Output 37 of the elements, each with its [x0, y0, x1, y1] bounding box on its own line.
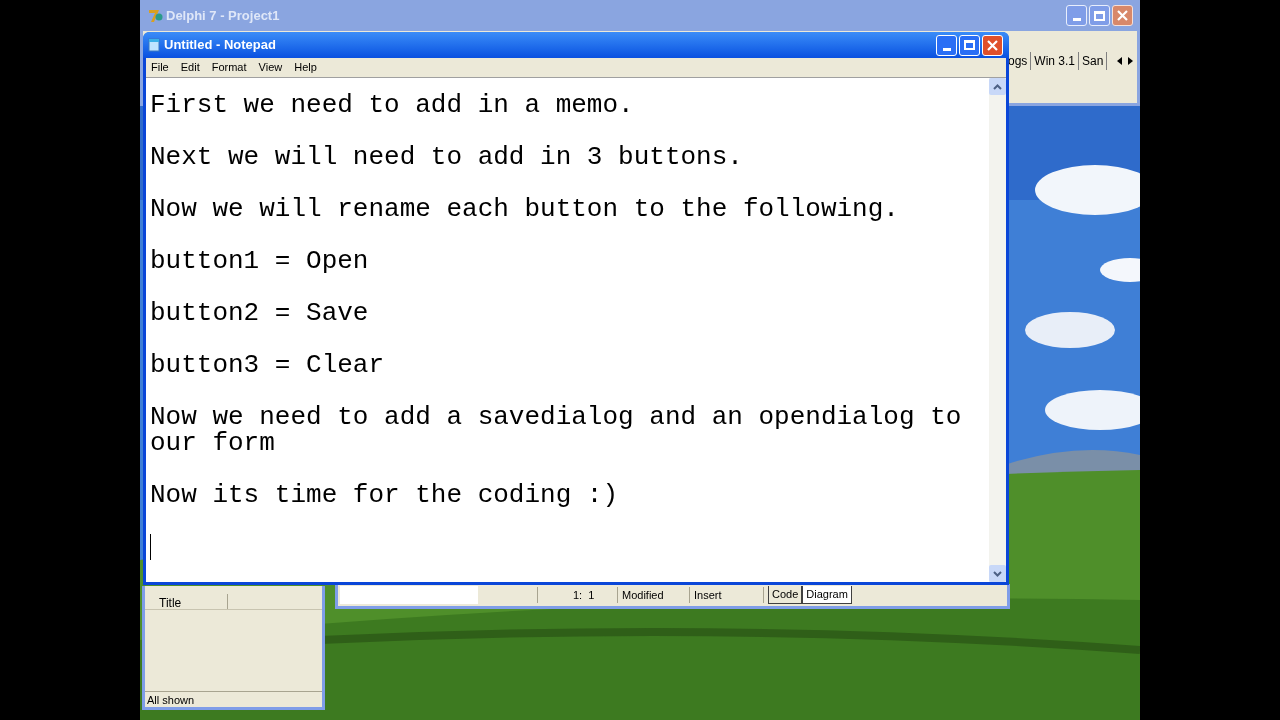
editor-tab[interactable]: Code [768, 586, 803, 604]
text-paragraph: button1 = Open [150, 248, 370, 274]
menu-item[interactable]: File [151, 59, 169, 76]
notepad-icon [148, 38, 160, 52]
menu-item[interactable]: Edit [180, 59, 200, 76]
editor-tab[interactable]: Diagram [802, 586, 852, 604]
menu-item[interactable]: Help [294, 59, 317, 76]
palette-tab[interactable]: Win 3.1 [1031, 52, 1080, 70]
menu-item[interactable]: Format [211, 59, 247, 76]
scroll-down-icon[interactable] [989, 565, 1006, 582]
scroll-up-icon[interactable] [989, 78, 1006, 95]
window-title: Delphi 7 - Project1 [166, 6, 280, 25]
app-icon [147, 7, 163, 24]
text-paragraph: Now its time for the coding :) [150, 482, 620, 508]
scroll-right-icon[interactable] [1128, 57, 1133, 65]
maximize-button[interactable] [1089, 5, 1110, 26]
scroll-left-icon[interactable] [1117, 57, 1122, 65]
modified-status: Modified [618, 586, 690, 604]
minimize-button[interactable] [1066, 5, 1087, 26]
text-paragraph: Now we will rename each button to the following. [150, 196, 900, 222]
property-name[interactable]: Title [145, 594, 228, 609]
close-icon [987, 39, 998, 51]
text-paragraph: Next we will need to add in 3 buttons. [150, 144, 744, 170]
text-cursor [150, 534, 151, 560]
text-paragraph: Now we need to add a savedialog and an opendialog to our form [150, 404, 963, 456]
insert-mode: Insert [690, 586, 764, 604]
text-paragraph: First we need to add in a memo. [150, 92, 635, 118]
scrollbar[interactable] [989, 78, 1006, 582]
cursor-position: 1: 1 [538, 586, 618, 604]
palette-tab[interactable]: San [1079, 52, 1108, 70]
menu-item[interactable]: View [258, 59, 283, 76]
close-icon [1117, 10, 1128, 21]
close-button[interactable] [1112, 5, 1133, 26]
window-title: Untitled - Notepad [164, 36, 276, 55]
status-bar: All shown [145, 691, 322, 707]
text-paragraph: button2 = Save [150, 300, 370, 326]
text-paragraph: button3 = Clear [150, 352, 386, 378]
